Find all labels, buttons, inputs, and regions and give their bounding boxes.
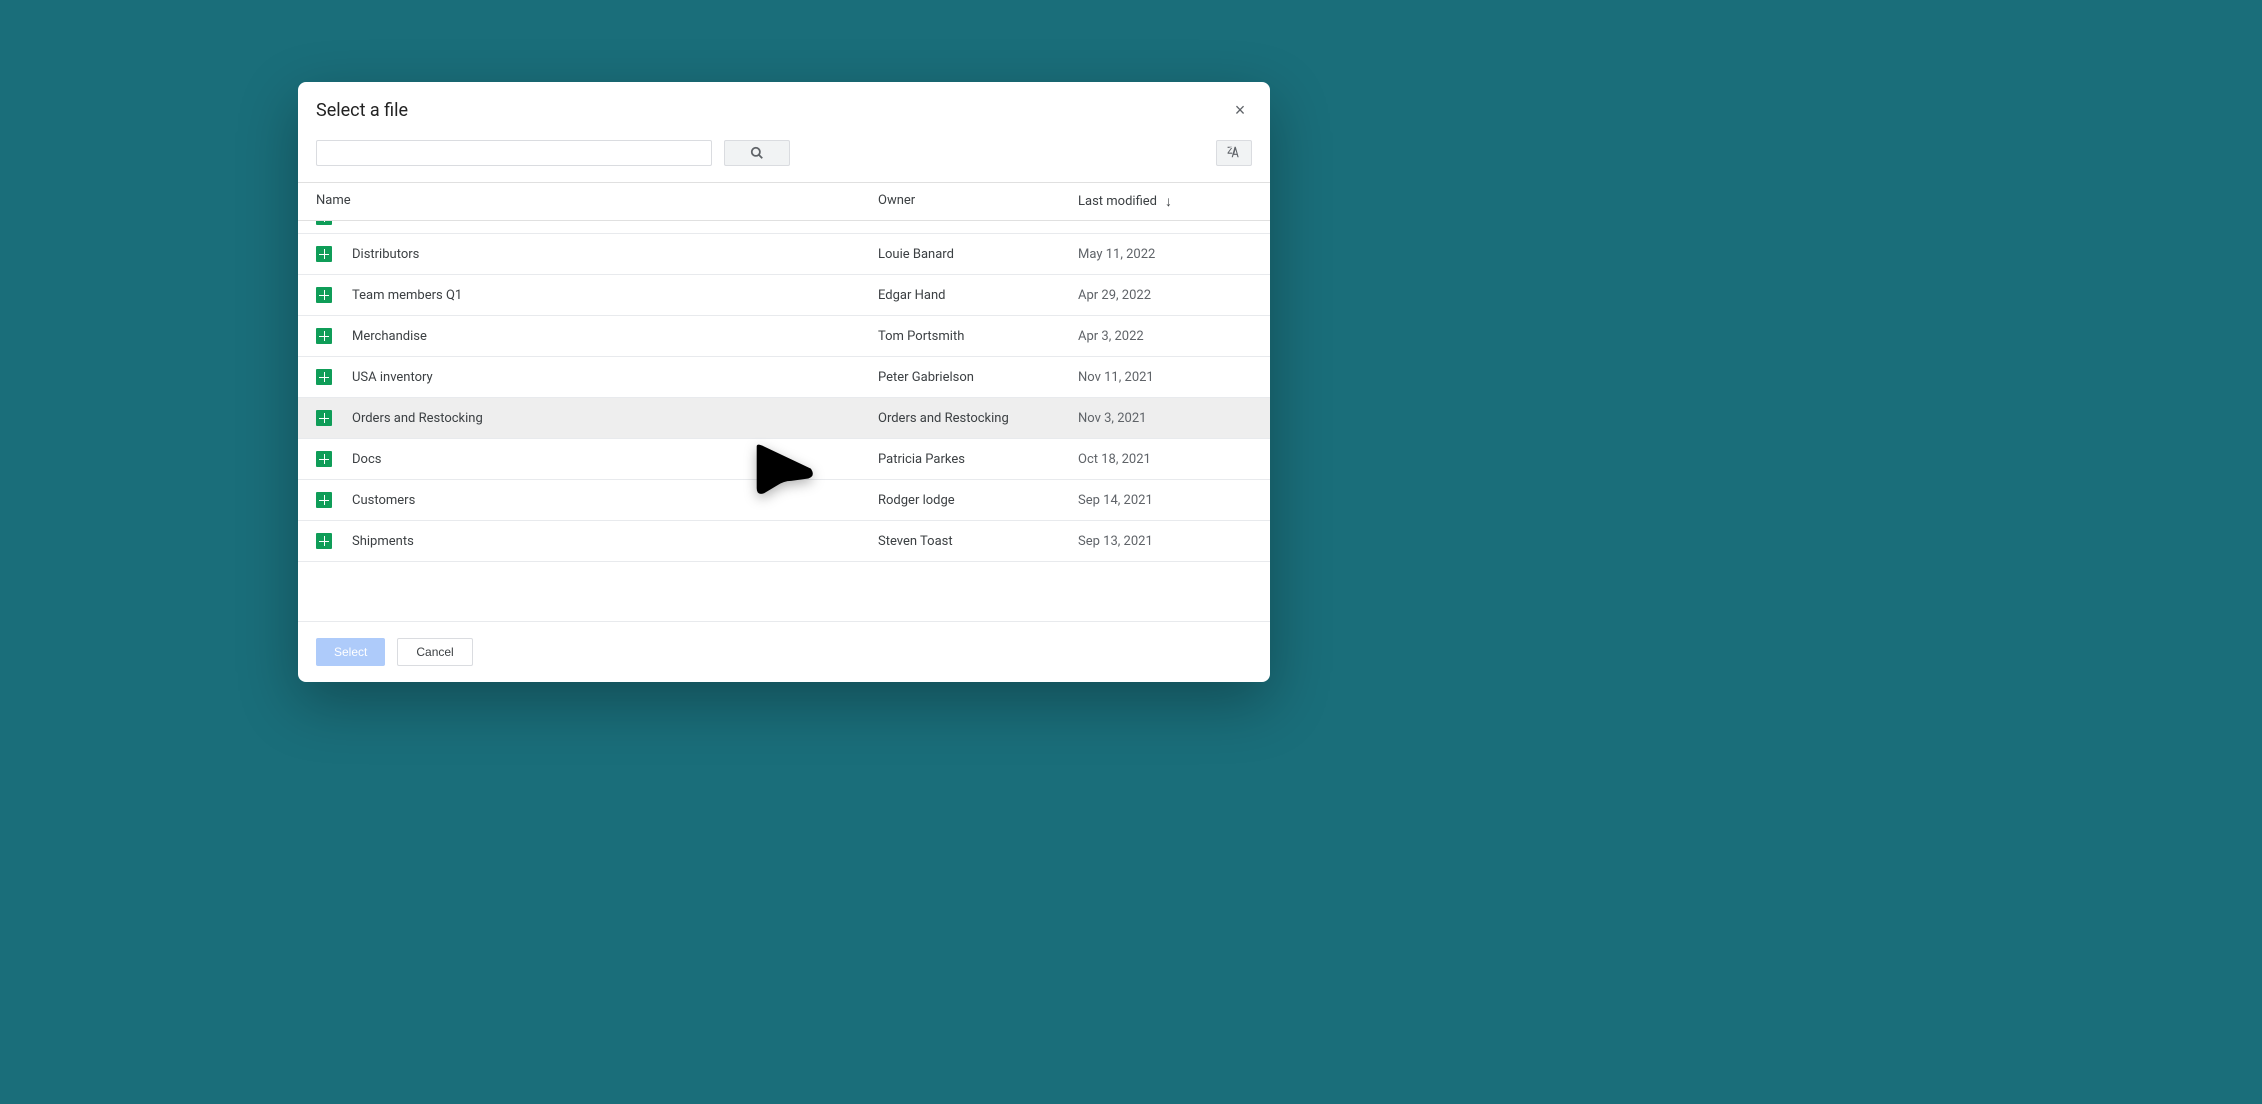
file-name: Orders and Restocking — [352, 411, 878, 426]
file-row[interactable]: MerchandiseTom PortsmithApr 3, 2022 — [298, 316, 1270, 357]
sheets-icon — [316, 221, 332, 225]
sheets-icon — [316, 533, 332, 549]
search-bar — [298, 132, 1270, 183]
sheets-icon — [316, 410, 332, 426]
search-input[interactable] — [316, 140, 712, 166]
file-name: Shipments — [352, 534, 878, 549]
sheets-icon — [316, 287, 332, 303]
file-modified: May 11, 2022 — [1078, 247, 1252, 262]
file-icon-cell — [316, 221, 352, 225]
column-modified-header[interactable]: Last modified ↓ — [1078, 193, 1252, 210]
file-modified: Apr 29, 2022 — [1078, 288, 1252, 303]
file-owner: Edgar Hand — [878, 288, 1078, 303]
file-name: Docs — [352, 452, 878, 467]
file-modified: Apr 3, 2022 — [1078, 329, 1252, 344]
file-name: Distributors — [352, 247, 878, 262]
file-modified: Oct 18, 2021 — [1078, 452, 1252, 467]
column-owner-header[interactable]: Owner — [878, 193, 1078, 210]
file-modified: Nov 3, 2021 — [1078, 411, 1252, 426]
file-icon-cell — [316, 369, 352, 385]
column-modified-label: Last modified — [1078, 194, 1157, 209]
file-icon-cell — [316, 451, 352, 467]
file-icon-cell — [316, 287, 352, 303]
search-icon — [750, 146, 764, 160]
sheets-icon — [316, 492, 332, 508]
file-owner: Peter Gabrielson — [878, 370, 1078, 385]
file-icon-cell — [316, 533, 352, 549]
select-button[interactable]: Select — [316, 638, 385, 666]
file-modified: Sep 14, 2021 — [1078, 493, 1252, 508]
modal-title: Select a file — [316, 100, 408, 121]
file-modified: 2 Jan 2023 — [1078, 221, 1252, 225]
file-row[interactable]: Orders and RestockingOrders and Restocki… — [298, 398, 1270, 439]
file-name: USA inventory — [352, 370, 878, 385]
file-row[interactable]: CustomersRodger lodgeSep 14, 2021 — [298, 480, 1270, 521]
sheets-icon — [316, 328, 332, 344]
file-row[interactable]: DistributorsLouie BanardMay 11, 2022 — [298, 234, 1270, 275]
file-row[interactable]: USA inventoryPeter GabrielsonNov 11, 202… — [298, 357, 1270, 398]
file-row[interactable]: Team members Q1Edgar HandApr 29, 2022 — [298, 275, 1270, 316]
file-owner: Yudun Smith — [878, 221, 1078, 225]
file-row[interactable]: ShipmentsSteven ToastSep 13, 2021 — [298, 521, 1270, 562]
file-icon-cell — [316, 246, 352, 262]
cancel-button[interactable]: Cancel — [397, 638, 472, 666]
close-icon: × — [1235, 100, 1246, 121]
file-owner: Patricia Parkes — [878, 452, 1078, 467]
modal-header: Select a file × — [298, 82, 1270, 132]
file-row[interactable]: DocsPatricia ParkesOct 18, 2021 — [298, 439, 1270, 480]
sheets-icon — [316, 451, 332, 467]
sort-alpha-button[interactable] — [1216, 140, 1252, 166]
sort-alpha-icon — [1227, 145, 1241, 162]
file-row[interactable]: ContactsYudun Smith2 Jan 2023 — [298, 221, 1270, 234]
file-name: Merchandise — [352, 329, 878, 344]
arrow-down-icon: ↓ — [1165, 193, 1172, 210]
file-name: Customers — [352, 493, 878, 508]
file-modified: Nov 11, 2021 — [1078, 370, 1252, 385]
file-modified: Sep 13, 2021 — [1078, 534, 1252, 549]
modal-footer: Select Cancel — [298, 621, 1270, 682]
column-name-header[interactable]: Name — [316, 193, 878, 210]
file-owner: Tom Portsmith — [878, 329, 1078, 344]
file-owner: Louie Banard — [878, 247, 1078, 262]
file-owner: Steven Toast — [878, 534, 1078, 549]
file-icon-cell — [316, 328, 352, 344]
file-name: Team members Q1 — [352, 288, 878, 303]
close-button[interactable]: × — [1228, 98, 1252, 122]
search-button[interactable] — [724, 140, 790, 166]
sheets-icon — [316, 369, 332, 385]
file-icon-cell — [316, 410, 352, 426]
columns-header: Name Owner Last modified ↓ — [298, 183, 1270, 221]
file-owner: Rodger lodge — [878, 493, 1078, 508]
file-name: Contacts — [352, 221, 878, 225]
file-owner: Orders and Restocking — [878, 411, 1078, 426]
sheets-icon — [316, 246, 332, 262]
file-list[interactable]: ContactsYudun Smith2 Jan 2023Distributor… — [298, 221, 1270, 621]
file-icon-cell — [316, 492, 352, 508]
file-picker-modal: Select a file × Name Owner Last modified… — [298, 82, 1270, 682]
